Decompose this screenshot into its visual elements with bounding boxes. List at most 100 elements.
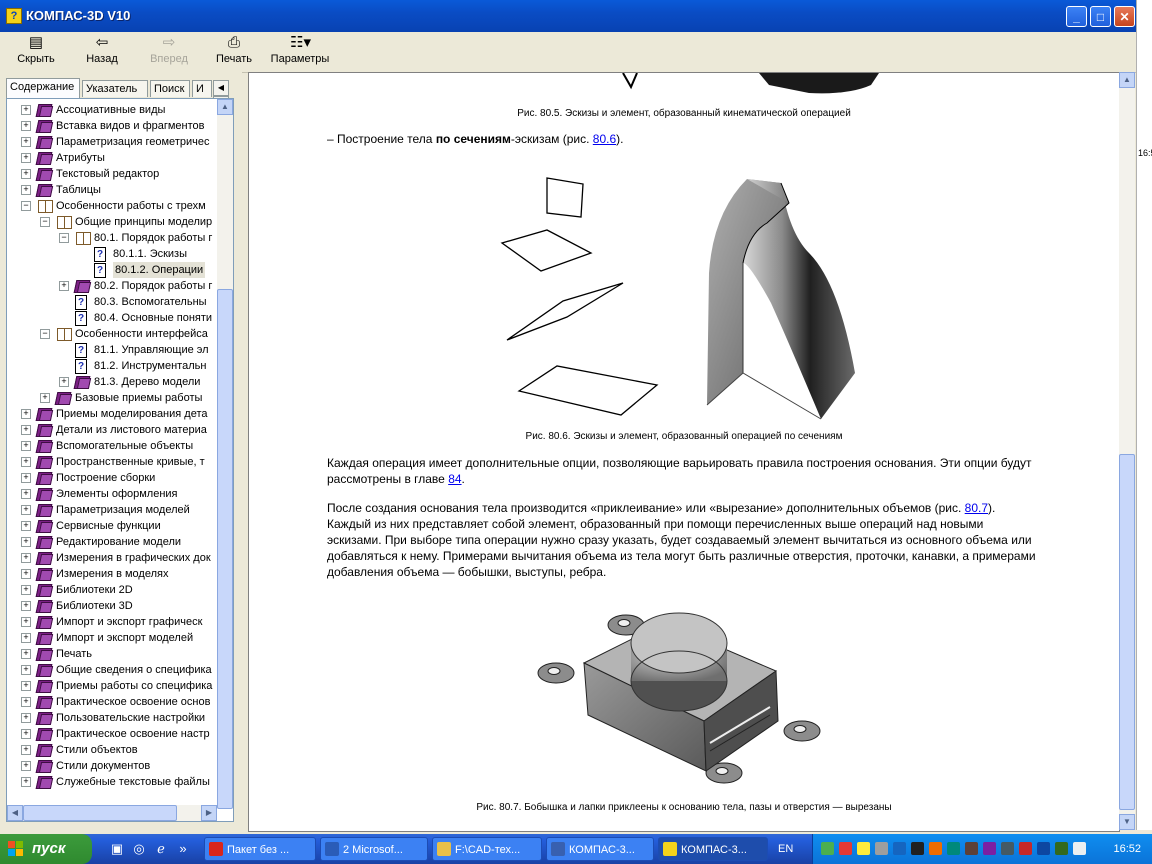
maximize-button[interactable]: □ (1090, 6, 1111, 27)
tree-vertical-scrollbar[interactable]: ▲ (217, 99, 233, 809)
tab-favorites[interactable]: И (192, 80, 212, 97)
tray-security-icon[interactable] (947, 842, 960, 855)
closed-book-icon (35, 487, 54, 501)
tree-item-label: Стили объектов (56, 744, 138, 756)
expand-icon[interactable]: + (21, 665, 31, 675)
start-button[interactable]: пуск (0, 834, 92, 864)
link-chapter-84[interactable]: 84 (448, 472, 461, 486)
expand-icon[interactable]: + (21, 137, 31, 147)
tray-bluetooth-icon[interactable] (1037, 842, 1050, 855)
forward-button[interactable]: ⇨ Вперед (146, 34, 192, 70)
tray-flag-icon[interactable] (893, 842, 906, 855)
tree-item-label: Параметризация моделей (56, 504, 190, 516)
tray-volume-icon[interactable] (875, 842, 888, 855)
tab-scroll-left-icon[interactable]: ◀ (213, 80, 229, 96)
tray-battery-icon[interactable] (1055, 842, 1068, 855)
collapse-icon[interactable]: − (40, 217, 50, 227)
tree-item-label: Атрибуты (56, 152, 105, 164)
taskbar-button[interactable]: F:\CAD-тех... (432, 837, 542, 861)
print-button[interactable]: ⎙ Печать (212, 34, 256, 70)
options-button[interactable]: ☷▾ Параметры (268, 34, 332, 70)
content-vertical-scrollbar[interactable]: ▲ ▼ (1119, 72, 1135, 830)
expand-icon[interactable]: + (21, 617, 31, 627)
collapse-icon[interactable]: − (21, 201, 31, 211)
scroll-up-icon[interactable]: ▲ (217, 99, 233, 115)
taskbar-button[interactable]: Пакет без ... (204, 837, 316, 861)
language-indicator[interactable]: EN (778, 834, 793, 864)
tab-contents[interactable]: Содержание (6, 78, 80, 98)
expand-icon[interactable]: + (21, 681, 31, 691)
internet-explorer-icon[interactable]: ℯ (152, 840, 170, 858)
expand-icon[interactable]: + (21, 745, 31, 755)
expand-icon[interactable]: + (21, 697, 31, 707)
expand-icon[interactable]: + (21, 761, 31, 771)
collapse-icon[interactable]: − (59, 233, 69, 243)
back-button[interactable]: ⇦ Назад (82, 34, 122, 70)
tray-alert-icon[interactable] (1019, 842, 1032, 855)
tray-network-icon[interactable] (857, 842, 870, 855)
expand-icon[interactable]: + (21, 729, 31, 739)
expand-icon[interactable]: + (21, 105, 31, 115)
expand-icon[interactable]: + (21, 777, 31, 787)
taskbar-button[interactable]: 2 Microsof... (320, 837, 428, 861)
taskbar-clock[interactable]: 16:52 (1113, 834, 1141, 864)
scroll-right-icon[interactable]: ▶ (201, 805, 217, 821)
taskbar-button[interactable]: КОМПАС-3... (546, 837, 654, 861)
search-icon[interactable]: ◎ (130, 840, 148, 858)
closed-book-icon (35, 519, 54, 533)
minimize-button[interactable]: _ (1066, 6, 1087, 27)
expand-icon[interactable]: + (21, 713, 31, 723)
expand-icon[interactable]: + (21, 457, 31, 467)
scroll-left-icon[interactable]: ◀ (7, 805, 23, 821)
tray-speaker-icon[interactable] (1073, 842, 1086, 855)
tab-search[interactable]: Поиск (150, 80, 190, 97)
expand-icon[interactable]: + (21, 425, 31, 435)
tray-update-icon[interactable] (929, 842, 942, 855)
collapse-icon[interactable]: − (40, 329, 50, 339)
expand-icon[interactable]: + (21, 521, 31, 531)
close-button[interactable]: ✕ (1114, 6, 1135, 27)
expand-icon[interactable]: + (21, 441, 31, 451)
tray-antivirus-icon[interactable] (839, 842, 852, 855)
tray-monitor-icon[interactable] (911, 842, 924, 855)
hide-button[interactable]: ▤ Скрыть (14, 34, 58, 70)
tray-app-icon[interactable] (821, 842, 834, 855)
expand-icon[interactable]: + (21, 489, 31, 499)
expand-icon[interactable]: + (40, 393, 50, 403)
expand-icon[interactable]: + (21, 121, 31, 131)
fig-80-7-caption: Рис. 80.7. Бобышка и лапки приклеены к о… (476, 802, 892, 813)
expand-icon[interactable]: + (21, 185, 31, 195)
show-desktop-icon[interactable]: ▣ (108, 840, 126, 858)
expand-icon[interactable]: + (21, 569, 31, 579)
expand-icon[interactable]: + (21, 649, 31, 659)
tray-extra-icon[interactable] (983, 842, 996, 855)
link-fig-80-6[interactable]: 80.6 (593, 132, 616, 146)
link-fig-80-7[interactable]: 80.7 (965, 501, 988, 515)
taskbar-button[interactable]: КОМПАС-3... (658, 837, 768, 861)
expand-icon[interactable]: + (21, 601, 31, 611)
scroll-thumb[interactable] (217, 289, 233, 809)
expand-icon[interactable]: + (21, 633, 31, 643)
closed-book-icon (35, 103, 54, 117)
tab-index[interactable]: Указатель (82, 80, 148, 97)
expand-icon[interactable]: + (21, 153, 31, 163)
expand-icon[interactable]: + (21, 585, 31, 595)
expand-icon[interactable]: + (21, 537, 31, 547)
hscroll-thumb[interactable] (23, 805, 177, 821)
quick-launch-arrow-icon[interactable]: » (174, 840, 192, 858)
content-scroll-thumb[interactable] (1119, 454, 1135, 810)
content-scroll-down-icon[interactable]: ▼ (1119, 814, 1135, 830)
expand-icon[interactable]: + (21, 409, 31, 419)
expand-icon[interactable]: + (21, 553, 31, 563)
closed-book-icon (35, 151, 54, 165)
word-icon (325, 842, 339, 856)
tray-device-icon[interactable] (1001, 842, 1014, 855)
expand-icon[interactable]: + (21, 169, 31, 179)
expand-icon[interactable]: + (21, 473, 31, 483)
tray-misc-icon[interactable] (965, 842, 978, 855)
expand-icon[interactable]: + (59, 377, 69, 387)
content-scroll-up-icon[interactable]: ▲ (1119, 72, 1135, 88)
expand-icon[interactable]: + (59, 281, 69, 291)
expand-icon[interactable]: + (21, 505, 31, 515)
tree-horizontal-scrollbar[interactable]: ◀ ▶ (7, 805, 217, 821)
